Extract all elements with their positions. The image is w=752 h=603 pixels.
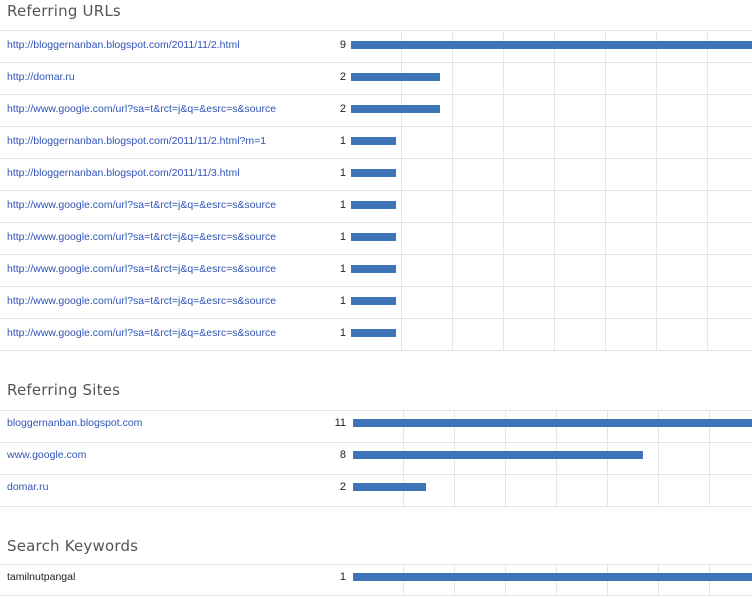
count-bar	[351, 41, 752, 49]
referring-url-link[interactable]: http://www.google.com/url?sa=t&rct=j&q=&…	[7, 227, 325, 248]
bar-track	[351, 31, 752, 62]
visit-count: 9	[339, 39, 346, 51]
bar-track	[353, 411, 752, 442]
referring-site-link[interactable]: www.google.com	[7, 445, 325, 466]
search-keywords-table: tamilnutpangal 1	[0, 564, 752, 596]
table-row: http://www.google.com/url?sa=t&rct=j&q=&…	[0, 223, 752, 255]
referring-sites-title: Referring Sites	[7, 381, 121, 399]
table-row: http://www.google.com/url?sa=t&rct=j&q=&…	[0, 191, 752, 223]
bar-track	[351, 191, 752, 222]
visit-count: 2	[339, 103, 346, 115]
visit-count: 1	[339, 571, 346, 583]
visit-count: 2	[339, 71, 346, 83]
count-bar	[351, 105, 440, 113]
bar-track	[353, 565, 752, 595]
table-row: http://bloggernanban.blogspot.com/2011/1…	[0, 159, 752, 191]
referring-url-link[interactable]: http://bloggernanban.blogspot.com/2011/1…	[7, 131, 325, 152]
table-row: http://bloggernanban.blogspot.com/2011/1…	[0, 127, 752, 159]
count-bar	[351, 233, 396, 241]
visit-count: 11	[334, 417, 346, 429]
bar-track	[351, 63, 752, 94]
table-row: http://www.google.com/url?sa=t&rct=j&q=&…	[0, 95, 752, 127]
bar-track	[351, 127, 752, 158]
table-row: http://www.google.com/url?sa=t&rct=j&q=&…	[0, 287, 752, 319]
referring-url-link[interactable]: http://domar.ru	[7, 67, 325, 88]
count-bar	[351, 329, 396, 337]
search-keyword: tamilnutpangal	[7, 571, 76, 583]
visit-count: 2	[339, 481, 346, 493]
visit-count: 1	[339, 327, 346, 339]
referring-url-link[interactable]: http://www.google.com/url?sa=t&rct=j&q=&…	[7, 99, 325, 120]
count-bar	[353, 573, 752, 581]
referring-url-link[interactable]: http://www.google.com/url?sa=t&rct=j&q=&…	[7, 291, 325, 312]
referring-sites-table: bloggernanban.blogspot.com 11 www.google.c…	[0, 410, 752, 507]
bar-track	[351, 255, 752, 286]
table-row: http://www.google.com/url?sa=t&rct=j&q=&…	[0, 319, 752, 351]
table-row: http://www.google.com/url?sa=t&rct=j&q=&…	[0, 255, 752, 287]
bar-track	[351, 159, 752, 190]
visit-count: 1	[339, 167, 346, 179]
bar-track	[351, 223, 752, 254]
visit-count: 1	[339, 199, 346, 211]
search-keywords-title: Search Keywords	[7, 537, 139, 555]
count-bar	[353, 419, 752, 427]
count-bar	[351, 137, 396, 145]
referring-url-link[interactable]: http://www.google.com/url?sa=t&rct=j&q=&…	[7, 323, 325, 344]
referring-site-link[interactable]: domar.ru	[7, 477, 325, 498]
bar-track	[351, 95, 752, 126]
visit-count: 8	[339, 449, 346, 461]
bar-track	[351, 287, 752, 318]
visit-count: 1	[339, 135, 346, 147]
table-row: domar.ru 2	[0, 475, 752, 507]
count-bar	[351, 73, 440, 81]
referring-site-link[interactable]: bloggernanban.blogspot.com	[7, 413, 325, 434]
table-row: www.google.com 8	[0, 443, 752, 475]
table-row: http://bloggernanban.blogspot.com/2011/1…	[0, 30, 752, 63]
bar-track	[353, 475, 752, 506]
referring-url-link[interactable]: http://www.google.com/url?sa=t&rct=j&q=&…	[7, 195, 325, 216]
referring-urls-table: http://bloggernanban.blogspot.com/2011/1…	[0, 30, 752, 351]
visit-count: 1	[339, 231, 346, 243]
count-bar	[351, 297, 396, 305]
count-bar	[351, 169, 396, 177]
referring-urls-title: Referring URLs	[7, 2, 121, 20]
bar-track	[351, 319, 752, 350]
referring-url-link[interactable]: http://bloggernanban.blogspot.com/2011/1…	[7, 163, 325, 184]
count-bar	[353, 451, 643, 459]
visit-count: 1	[339, 295, 346, 307]
table-row: bloggernanban.blogspot.com 11	[0, 410, 752, 443]
referring-url-link[interactable]: http://bloggernanban.blogspot.com/2011/1…	[7, 35, 325, 56]
count-bar	[351, 265, 396, 273]
referring-url-link[interactable]: http://www.google.com/url?sa=t&rct=j&q=&…	[7, 259, 325, 280]
bar-track	[353, 443, 752, 474]
count-bar	[351, 201, 396, 209]
visit-count: 1	[339, 263, 346, 275]
table-row: http://domar.ru 2	[0, 63, 752, 95]
count-bar	[353, 483, 426, 491]
table-row: tamilnutpangal 1	[0, 564, 752, 596]
